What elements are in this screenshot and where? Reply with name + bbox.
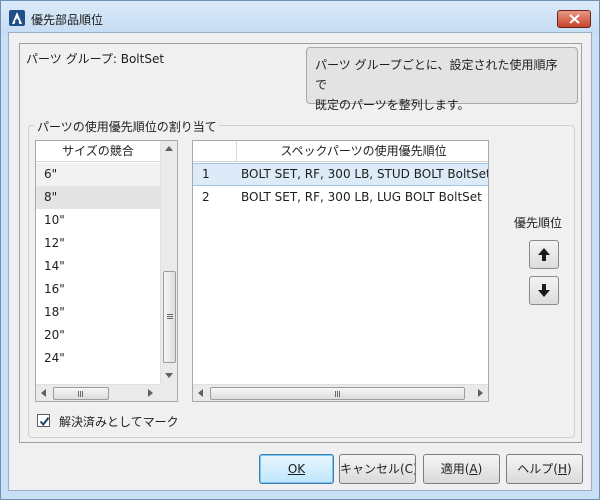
scroll-right-arrow-icon[interactable] bbox=[478, 389, 483, 397]
size-item[interactable]: 16" bbox=[36, 278, 160, 301]
grid-header: スペックパーツの使用優先順位 bbox=[237, 141, 488, 162]
help-button[interactable]: ヘルプ(H) bbox=[506, 454, 583, 484]
scroll-left-arrow-icon[interactable] bbox=[198, 389, 203, 397]
row-part-description: BOLT SET, RF, 300 LB, STUD BOLT BoltSet bbox=[241, 167, 489, 181]
dialog-window: 優先部品順位 パーツ グループ: BoltSet パーツ グループごとに、設定さ… bbox=[0, 0, 600, 500]
priority-label: 優先順位 bbox=[514, 216, 563, 230]
scroll-right-arrow-icon[interactable] bbox=[148, 389, 153, 397]
scrollbar-corner bbox=[160, 384, 177, 401]
arrow-down-icon bbox=[538, 284, 550, 297]
move-down-button[interactable] bbox=[529, 276, 559, 305]
apply-button[interactable]: 適用(A) bbox=[423, 454, 500, 484]
grid-row[interactable]: 2 BOLT SET, RF, 300 LB, LUG BOLT BoltSet bbox=[193, 186, 488, 209]
description-line-2: 既定のパーツを整列します。 bbox=[315, 98, 470, 112]
description-box: パーツ グループごとに、設定された使用順序で 既定のパーツを整列します。 bbox=[306, 47, 578, 112]
grid-number-header bbox=[193, 141, 237, 162]
app-logo-icon bbox=[9, 10, 25, 26]
size-item[interactable]: 18" bbox=[36, 301, 160, 324]
row-number: 2 bbox=[202, 190, 210, 204]
scroll-thumb[interactable] bbox=[53, 387, 109, 400]
cancel-button[interactable]: キャンセル(C) bbox=[339, 454, 416, 484]
grid-horizontal-scrollbar[interactable] bbox=[193, 384, 488, 401]
description-line-1: パーツ グループごとに、設定された使用順序で bbox=[315, 58, 558, 92]
size-item[interactable]: 24" bbox=[36, 347, 160, 370]
scroll-up-arrow-icon[interactable] bbox=[165, 146, 173, 151]
size-list-header: サイズの競合 bbox=[36, 141, 160, 162]
size-item-selected[interactable]: 8" bbox=[36, 186, 160, 209]
spec-part-priority-grid[interactable]: スペックパーツの使用優先順位 1 BOLT SET, RF, 300 LB, S… bbox=[192, 140, 489, 402]
dialog-body: パーツ グループ: BoltSet パーツ グループごとに、設定された使用順序で… bbox=[8, 32, 592, 491]
help-button-text: ヘルプ( bbox=[517, 462, 558, 476]
size-item[interactable]: 14" bbox=[36, 255, 160, 278]
priority-assignment-group: パーツの使用優先順位の割り当て サイズの競合 6" 8" 10" 12" 14"… bbox=[28, 118, 575, 438]
move-up-button[interactable] bbox=[529, 240, 559, 269]
help-button-key: H bbox=[557, 462, 568, 476]
row-part-description: BOLT SET, RF, 300 LB, LUG BOLT BoltSet bbox=[241, 190, 482, 204]
size-item[interactable]: 6" bbox=[36, 163, 160, 186]
checkmark-icon bbox=[39, 417, 50, 427]
size-item[interactable]: 20" bbox=[36, 324, 160, 347]
ok-button[interactable]: OK bbox=[259, 454, 334, 484]
window-title: 優先部品順位 bbox=[31, 13, 104, 27]
group-legend: パーツの使用優先順位の割り当て bbox=[35, 118, 219, 135]
close-icon bbox=[569, 14, 580, 24]
grid-row-selected[interactable]: 1 BOLT SET, RF, 300 LB, STUD BOLT BoltSe… bbox=[193, 163, 489, 186]
part-group-label: パーツ グループ: BoltSet bbox=[26, 52, 165, 66]
scroll-thumb[interactable] bbox=[210, 387, 465, 400]
help-button-end: ) bbox=[567, 462, 572, 476]
apply-button-key: A bbox=[469, 462, 478, 476]
size-list-vertical-scrollbar[interactable] bbox=[160, 141, 177, 384]
cancel-button-label: キャンセル(C) bbox=[340, 462, 416, 476]
row-number: 1 bbox=[202, 167, 210, 181]
title-bar[interactable]: 優先部品順位 bbox=[1, 1, 599, 35]
size-conflict-list[interactable]: サイズの競合 6" 8" 10" 12" 14" 16" 18" 20" 24" bbox=[35, 140, 178, 402]
main-frame: パーツ グループ: BoltSet パーツ グループごとに、設定された使用順序で… bbox=[19, 43, 582, 443]
mark-resolved-checkbox[interactable] bbox=[37, 414, 50, 427]
close-button[interactable] bbox=[557, 10, 591, 28]
mark-resolved-label[interactable]: 解決済みとしてマーク bbox=[59, 413, 179, 430]
scroll-down-arrow-icon[interactable] bbox=[165, 373, 173, 378]
size-list-horizontal-scrollbar[interactable] bbox=[36, 384, 160, 401]
apply-button-text: 適用( bbox=[440, 462, 470, 476]
scroll-left-arrow-icon[interactable] bbox=[41, 389, 46, 397]
size-item[interactable]: 10" bbox=[36, 209, 160, 232]
size-item[interactable]: 12" bbox=[36, 232, 160, 255]
arrow-up-icon bbox=[538, 248, 550, 261]
ok-button-label: OK bbox=[287, 462, 306, 476]
scroll-thumb[interactable] bbox=[163, 271, 176, 363]
apply-button-end: ) bbox=[477, 462, 483, 476]
